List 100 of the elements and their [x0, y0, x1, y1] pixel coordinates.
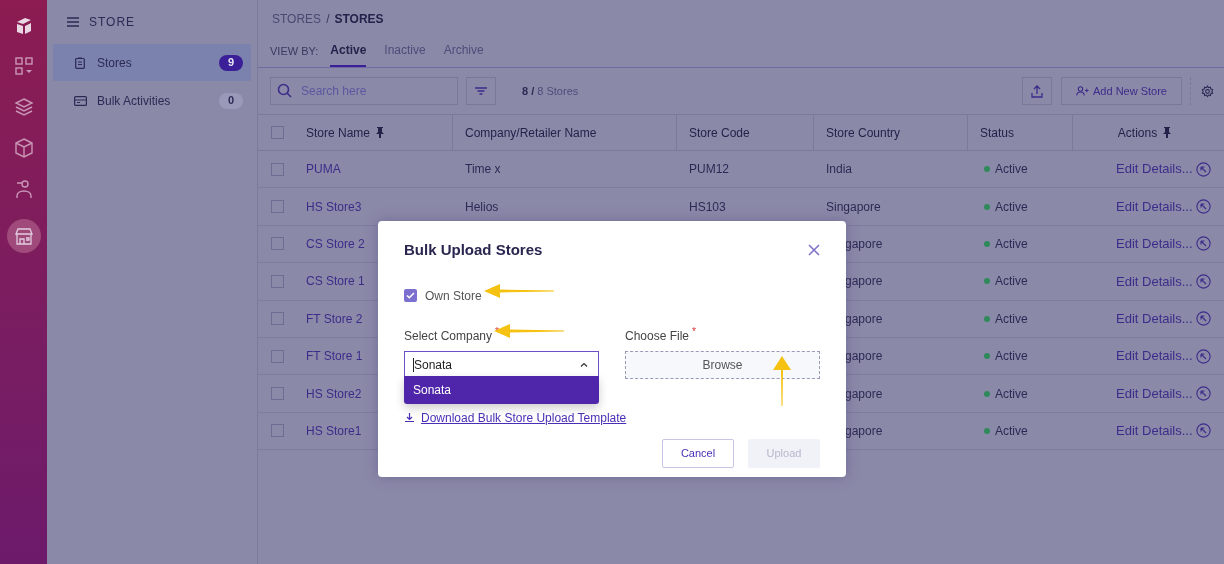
rail-item[interactable] [6, 219, 41, 253]
count-badge: 0 [219, 92, 243, 109]
edit-details-link[interactable]: Edit Details... [1116, 309, 1193, 329]
menu-icon[interactable] [67, 17, 79, 27]
add-person-icon [1076, 86, 1089, 96]
field-label: Select Company [404, 327, 493, 345]
edit-details-link[interactable]: Edit Details... [1116, 196, 1193, 217]
column-header: Store Name [306, 124, 371, 142]
table-cell: gapore [845, 423, 883, 438]
card-icon [73, 95, 87, 106]
store-name-link[interactable]: PUMA [306, 160, 341, 179]
column-header: Company/Retailer Name [465, 124, 597, 142]
store-name-link[interactable]: HS Store2 [306, 384, 362, 403]
grid-icon[interactable] [12, 55, 35, 77]
edit-details-link[interactable]: Edit Details... [1116, 346, 1193, 366]
status-text: Active [995, 348, 1028, 366]
pin-icon[interactable] [376, 127, 385, 138]
status-text: Active [995, 235, 1028, 253]
annotation-arrow [494, 324, 564, 338]
checkbox[interactable] [404, 289, 417, 302]
close-icon[interactable] [808, 244, 820, 257]
sidebar-item[interactable]: Stores 9 [53, 44, 251, 81]
edit-details-link[interactable]: Edit Details... [1116, 383, 1193, 404]
breadcrumb-item[interactable]: STORES [272, 10, 322, 28]
status-text: Active [995, 422, 1028, 440]
layers-icon[interactable] [12, 96, 35, 118]
checkbox[interactable] [271, 237, 284, 251]
table-cell: Time x [465, 162, 501, 177]
annotation-arrow [773, 356, 791, 406]
checkbox-label: Own Store [425, 287, 482, 305]
breadcrumb-separator: / [326, 11, 330, 28]
edit-details-link[interactable]: Edit Details... [1116, 421, 1193, 441]
table-cell: gapore [845, 236, 883, 251]
status-text: Active [995, 161, 1028, 179]
count-badge: 9 [219, 54, 243, 71]
annotation-arrow [484, 284, 554, 298]
edit-details-link[interactable]: Edit Details... [1116, 234, 1193, 254]
field-label: Choose File [625, 327, 690, 345]
pin-icon[interactable] [1163, 127, 1172, 138]
store-name-link[interactable]: CS Store 2 [306, 234, 365, 253]
store-name-link[interactable]: HS Store3 [306, 197, 362, 216]
view-tab[interactable]: Archive [443, 41, 484, 67]
store-count: 8 / 8 Stores [522, 83, 579, 99]
arrow-circle-icon[interactable] [1195, 423, 1211, 439]
checkbox[interactable] [271, 312, 284, 326]
arrow-circle-icon[interactable] [1195, 386, 1211, 402]
checkbox[interactable] [271, 162, 284, 176]
column-header: Store Country [826, 124, 901, 142]
table-cell: PUM12 [689, 162, 729, 177]
storefront-icon [12, 225, 35, 247]
table-cell: gapore [845, 274, 883, 289]
checkbox[interactable] [271, 387, 284, 401]
table-cell: Singapore [826, 199, 881, 214]
arrow-circle-icon[interactable] [1195, 311, 1211, 327]
store-name-link[interactable]: FT Store 2 [306, 309, 363, 328]
view-tab[interactable]: Active [330, 41, 367, 67]
arrow-circle-icon[interactable] [1195, 236, 1211, 252]
table-cell: gapore [845, 311, 883, 326]
arrow-circle-icon[interactable] [1195, 161, 1211, 177]
filter-button[interactable] [466, 77, 496, 105]
breadcrumb-item: STORES [334, 11, 384, 28]
browse-button[interactable]: Browse [625, 350, 820, 379]
store-name-link[interactable]: FT Store 1 [306, 347, 363, 366]
store-name-link[interactable]: HS Store1 [306, 421, 362, 440]
view-by-label: VIEW BY: [270, 43, 319, 59]
box-icon[interactable] [12, 137, 35, 159]
add-store-button[interactable]: Add New Store [1061, 77, 1182, 105]
status-text: Active [995, 198, 1028, 216]
export-button[interactable] [1022, 77, 1052, 105]
sidebar-item[interactable]: Bulk Activities 0 [53, 82, 251, 119]
table-cell: Helios [465, 199, 499, 214]
edit-details-link[interactable]: Edit Details... [1116, 271, 1193, 292]
status-text: Active [995, 385, 1028, 403]
arrow-circle-icon[interactable] [1195, 273, 1211, 289]
view-tab[interactable]: Inactive [384, 41, 426, 67]
required-mark: * [692, 326, 696, 339]
checkbox[interactable] [271, 424, 284, 438]
table-cell: HS103 [689, 199, 726, 214]
search-icon [277, 83, 292, 98]
checkbox[interactable] [271, 274, 284, 288]
store-name-link[interactable]: CS Store 1 [306, 272, 365, 291]
upload-icon [1031, 84, 1043, 98]
checkbox[interactable] [271, 126, 284, 139]
edit-details-link[interactable]: Edit Details... [1116, 159, 1193, 179]
dropdown-option[interactable]: Sonata [404, 375, 599, 404]
column-header: Actions [1117, 124, 1158, 142]
status-text: Active [995, 273, 1028, 291]
cancel-button[interactable]: Cancel [662, 438, 734, 468]
template-link[interactable]: Download Bulk Store Upload Template [421, 408, 627, 427]
checkbox[interactable] [271, 349, 284, 363]
column-header: Status [980, 124, 1015, 142]
table-cell: gapore [845, 349, 883, 364]
filter-icon [475, 87, 487, 95]
modal-title: Bulk Upload Stores [404, 240, 543, 260]
status-text: Active [995, 310, 1028, 328]
settings-icon[interactable] [1201, 84, 1214, 98]
arrow-circle-icon[interactable] [1195, 199, 1211, 215]
arrow-circle-icon[interactable] [1195, 348, 1211, 364]
table-cell: India [826, 162, 853, 177]
checkbox[interactable] [271, 200, 284, 214]
